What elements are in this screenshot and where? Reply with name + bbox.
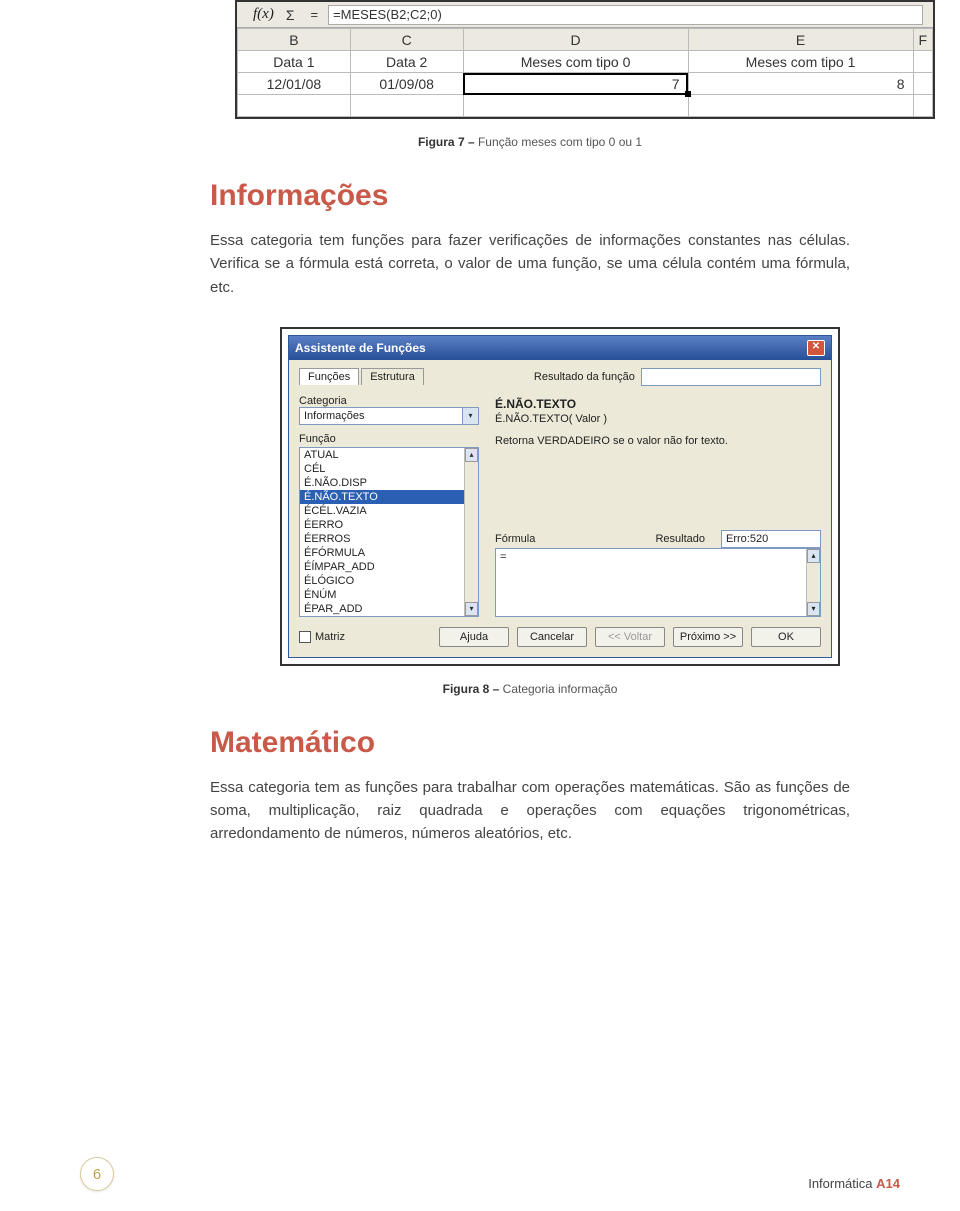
list-item[interactable]: ÉPAR_ADD bbox=[300, 602, 478, 616]
scroll-down-icon[interactable]: ▾ bbox=[465, 602, 478, 616]
dialog-titlebar[interactable]: Assistente de Funções ✕ bbox=[289, 336, 831, 360]
col-D[interactable]: D bbox=[463, 29, 688, 51]
figure-caption-7: Figura 7 – Função meses com tipo 0 ou 1 bbox=[0, 135, 960, 149]
voltar-button[interactable]: << Voltar bbox=[595, 627, 665, 647]
result-field bbox=[641, 368, 821, 386]
function-name: É.NÃO.TEXTO bbox=[495, 397, 821, 411]
scrollbar[interactable]: ▴ ▾ bbox=[464, 448, 478, 616]
formula-label: Fórmula bbox=[495, 533, 639, 545]
page-number: 6 bbox=[80, 1157, 114, 1191]
scrollbar[interactable]: ▴ ▾ bbox=[806, 549, 820, 616]
matriz-checkbox[interactable]: Matriz bbox=[299, 631, 345, 643]
selected-cell[interactable]: 7 bbox=[463, 73, 688, 95]
course-name: Informática bbox=[808, 1176, 872, 1191]
list-item[interactable]: ÉREF bbox=[300, 616, 478, 617]
function-wizard-screenshot: Assistente de Funções ✕ Funções Estrutur… bbox=[280, 327, 840, 666]
section-text-matematico: Essa categoria tem as funções para traba… bbox=[210, 776, 850, 846]
col-E[interactable]: E bbox=[688, 29, 913, 51]
result-label: Resultado da função bbox=[534, 371, 635, 383]
spreadsheet-screenshot: f(x) Σ = =MESES(B2;C2;0) B C D E F Data … bbox=[235, 0, 935, 119]
spreadsheet-grid[interactable]: B C D E F Data 1 Data 2 Meses com tipo 0… bbox=[237, 28, 933, 117]
col-B[interactable]: B bbox=[238, 29, 351, 51]
cancelar-button[interactable]: Cancelar bbox=[517, 627, 587, 647]
tab-funcoes[interactable]: Funções bbox=[299, 368, 359, 385]
col-C[interactable]: C bbox=[350, 29, 463, 51]
dialog-title: Assistente de Funções bbox=[295, 341, 426, 355]
sigma-icon[interactable]: Σ bbox=[280, 7, 301, 23]
formula-textarea[interactable]: = ▴ ▾ bbox=[495, 548, 821, 617]
course-code: A14 bbox=[876, 1176, 900, 1191]
proximo-button[interactable]: Próximo >> bbox=[673, 627, 743, 647]
list-item[interactable]: ÉERRO bbox=[300, 518, 478, 532]
list-item[interactable]: ÉÍMPAR_ADD bbox=[300, 560, 478, 574]
col-headers: B C D E F bbox=[238, 29, 933, 51]
section-heading-matematico: Matemático bbox=[210, 726, 850, 760]
list-item[interactable]: É.NÃO.DISP bbox=[300, 476, 478, 490]
section-text-informacoes: Essa categoria tem funções para fazer ve… bbox=[210, 229, 850, 299]
fill-handle[interactable] bbox=[685, 91, 691, 97]
scroll-up-icon[interactable]: ▴ bbox=[465, 448, 478, 462]
table-row: 12/01/08 01/09/08 7 8 bbox=[238, 73, 933, 95]
table-row: Data 1 Data 2 Meses com tipo 0 Meses com… bbox=[238, 51, 933, 73]
tab-estrutura[interactable]: Estrutura bbox=[361, 368, 424, 385]
figure-caption-8: Figura 8 – Categoria informação bbox=[0, 682, 960, 696]
table-row bbox=[238, 95, 933, 117]
list-item[interactable]: ÉNÚM bbox=[300, 588, 478, 602]
fx-icon[interactable]: f(x) bbox=[237, 6, 280, 23]
resultado-label: Resultado bbox=[655, 533, 705, 545]
checkbox-icon[interactable] bbox=[299, 631, 311, 643]
list-item[interactable]: ÉFÓRMULA bbox=[300, 546, 478, 560]
list-item[interactable]: ÉERROS bbox=[300, 532, 478, 546]
close-icon[interactable]: ✕ bbox=[807, 340, 825, 356]
function-signature: É.NÃO.TEXTO( Valor ) bbox=[495, 413, 821, 425]
list-item[interactable]: ATUAL bbox=[300, 448, 478, 462]
list-item[interactable]: ÉLÓGICO bbox=[300, 574, 478, 588]
ajuda-button[interactable]: Ajuda bbox=[439, 627, 509, 647]
section-heading-informacoes: Informações bbox=[210, 179, 850, 213]
categoria-label: Categoria bbox=[299, 395, 479, 407]
categoria-combo[interactable]: Informações ▾ bbox=[299, 407, 479, 425]
function-wizard-dialog: Assistente de Funções ✕ Funções Estrutur… bbox=[288, 335, 832, 658]
formula-bar: f(x) Σ = =MESES(B2;C2;0) bbox=[237, 2, 933, 28]
list-item[interactable]: CÉL bbox=[300, 462, 478, 476]
page-footer: 6 Informática A14 bbox=[80, 1157, 900, 1191]
chevron-down-icon[interactable]: ▾ bbox=[462, 408, 478, 424]
formula-input[interactable]: =MESES(B2;C2;0) bbox=[328, 5, 923, 25]
equals-icon[interactable]: = bbox=[300, 7, 328, 22]
scroll-up-icon[interactable]: ▴ bbox=[807, 549, 820, 563]
col-F[interactable]: F bbox=[913, 29, 932, 51]
funcao-label: Função bbox=[299, 433, 479, 445]
resultado-field: Erro:520 bbox=[721, 530, 821, 548]
list-item[interactable]: ÉCÉL.VAZIA bbox=[300, 504, 478, 518]
list-item[interactable]: É.NÃO.TEXTO bbox=[300, 490, 478, 504]
function-listbox[interactable]: ATUAL CÉL É.NÃO.DISP É.NÃO.TEXTO ÉCÉL.VA… bbox=[299, 447, 479, 617]
scroll-down-icon[interactable]: ▾ bbox=[807, 602, 820, 616]
ok-button[interactable]: OK bbox=[751, 627, 821, 647]
function-description: Retorna VERDADEIRO se o valor não for te… bbox=[495, 435, 821, 447]
